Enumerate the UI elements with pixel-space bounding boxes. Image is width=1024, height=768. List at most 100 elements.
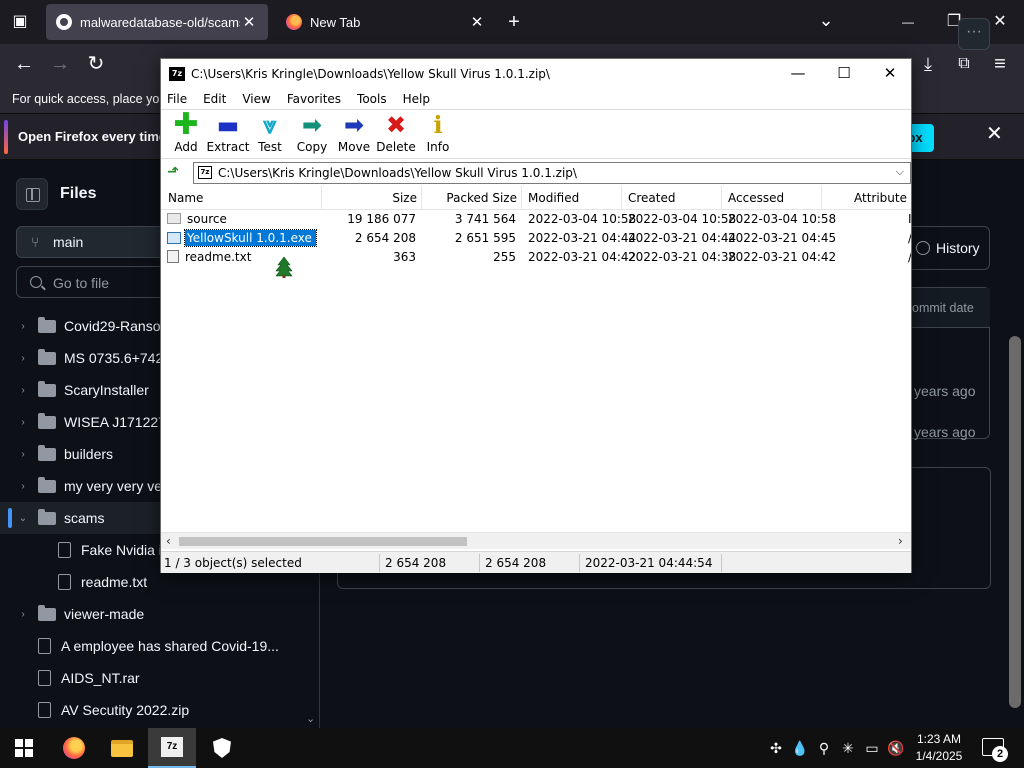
new-tab-button[interactable]: +: [498, 6, 530, 38]
tree-item-label: Covid29-Ranso: [64, 318, 161, 334]
menu-help[interactable]: Help: [403, 89, 430, 109]
menu-edit[interactable]: Edit: [203, 89, 226, 109]
tree-item-file[interactable]: AV Secutity 2022.zip: [0, 694, 320, 726]
column-header-accessed[interactable]: Accessed: [722, 186, 822, 210]
column-header-created[interactable]: Created: [622, 186, 722, 210]
chevron-right-icon[interactable]: ›: [16, 449, 30, 460]
tab-github[interactable]: malwaredatabase-old/scams at ✕: [46, 4, 268, 40]
sevenzip-title-bar: 7z C:\Users\Kris Kringle\Downloads\Yello…: [161, 59, 911, 89]
chevron-right-icon[interactable]: ›: [16, 481, 30, 492]
move-button[interactable]: ➡ Move: [333, 110, 375, 158]
downloads-icon[interactable]: ⤓: [912, 48, 944, 80]
file-name-cell: YellowSkull 1.0.1.exe: [167, 229, 317, 247]
page-scrollbar-thumb[interactable]: [1009, 336, 1021, 708]
chevron-right-icon[interactable]: ›: [16, 321, 30, 332]
search-app-icon[interactable]: ⚲: [814, 728, 834, 768]
delete-button[interactable]: ✖ Delete: [375, 110, 417, 158]
commit-date-header: ommit date: [910, 288, 990, 328]
toolbar-label: Delete: [376, 140, 416, 154]
menu-tools[interactable]: Tools: [357, 89, 387, 109]
extensions-icon[interactable]: ⧉: [948, 48, 980, 80]
list-all-tabs-icon[interactable]: ⌄: [810, 4, 842, 36]
more-options-button[interactable]: ···: [958, 18, 990, 50]
sevenzip-maximize-button[interactable]: ☐: [821, 59, 867, 89]
water-drop-icon[interactable]: 💧: [790, 728, 810, 768]
display-icon[interactable]: ▭: [862, 728, 882, 768]
chevron-right-icon[interactable]: ›: [16, 417, 30, 428]
toolbar-label: Add: [174, 140, 198, 154]
taskbar-7zip[interactable]: 7z: [148, 728, 196, 768]
folder-icon: [38, 604, 56, 621]
column-header-name[interactable]: Name: [161, 186, 322, 210]
sidebar-toggle-icon[interactable]: [16, 178, 48, 210]
tree-item-file[interactable]: A employee has shared Covid-19...: [0, 630, 320, 662]
tab-close-icon[interactable]: ✕: [468, 13, 486, 31]
copy-button[interactable]: ➡ Copy: [291, 110, 333, 158]
file-created-cell: 2022-03-21 04:44: [628, 231, 737, 245]
menu-favorites[interactable]: Favorites: [287, 89, 341, 109]
back-arrow-icon[interactable]: ←: [8, 48, 40, 80]
reload-icon[interactable]: ↻: [80, 48, 112, 80]
file-size-cell: 363: [393, 250, 416, 264]
minimize-window-button[interactable]: —: [892, 6, 924, 38]
up-folder-icon[interactable]: ⬏: [167, 164, 183, 180]
folder-icon: [38, 380, 56, 397]
file-row[interactable]: source 19 186 077 3 741 564 2022-03-04 10:5…: [161, 210, 911, 229]
info-button[interactable]: ℹ Info: [417, 110, 459, 158]
scroll-right-icon[interactable]: ›: [898, 534, 903, 548]
sidebar-scroll-down-icon[interactable]: ⌄: [306, 712, 315, 725]
tab-close-icon[interactable]: ✕: [240, 13, 258, 31]
firefox-view-icon[interactable]: ▣: [4, 6, 36, 38]
file-row[interactable]: readme.txt 363 255 2022-03-21 04:42 2022-03-…: [161, 248, 911, 267]
address-combobox[interactable]: 7z C:\Users\Kris Kringle\Downloads\Yello…: [193, 162, 911, 184]
taskbar-firefox[interactable]: [50, 728, 98, 768]
file-row[interactable]: YellowSkull 1.0.1.exe 2 654 208 2 651 595 2…: [161, 229, 911, 248]
notification-count-badge: 2: [992, 746, 1008, 762]
chevron-down-icon[interactable]: ⌵: [896, 165, 904, 179]
start-button[interactable]: [0, 728, 48, 768]
taskbar-file-explorer[interactable]: [98, 728, 146, 768]
extract-button[interactable]: ▬ Extract: [207, 110, 250, 158]
menu-view[interactable]: View: [242, 89, 270, 109]
volume-muted-icon[interactable]: 🔇: [886, 728, 906, 768]
history-button[interactable]: History: [910, 226, 990, 270]
add-button[interactable]: ✚ Add: [165, 110, 207, 158]
taskbar-security[interactable]: [198, 728, 246, 768]
folder-icon: [38, 508, 56, 525]
column-header-packed-size[interactable]: Packed Size: [422, 186, 522, 210]
sevenzip-menu-bar: File Edit View Favorites Tools Help: [161, 89, 911, 109]
app-menu-icon[interactable]: ≡: [984, 48, 1016, 80]
tree-item-folder[interactable]: › viewer-made: [0, 598, 320, 630]
scroll-left-icon[interactable]: ‹: [166, 534, 171, 548]
sevenzip-close-button[interactable]: ✕: [867, 59, 913, 89]
sevenzip-minimize-button[interactable]: —: [775, 59, 821, 89]
tree-item-file[interactable]: AIDS_NT.rar: [0, 662, 320, 694]
copy-icon: ➡: [301, 111, 323, 139]
file-list-hscrollbar[interactable]: ‹ ›: [161, 532, 911, 549]
sevenzip-status-bar: 1 / 3 object(s) selected 2 654 208 2 654…: [161, 551, 911, 573]
file-created-cell: 2022-03-04 10:58: [628, 212, 737, 226]
people-icon[interactable]: ✣: [766, 728, 786, 768]
network-activity-icon[interactable]: ✳: [838, 728, 858, 768]
menu-file[interactable]: File: [167, 89, 187, 109]
archive-icon: 7z: [198, 166, 212, 179]
page-scrollbar[interactable]: [1006, 160, 1024, 728]
chevron-down-icon[interactable]: ⌄: [16, 513, 30, 524]
chevron-right-icon[interactable]: ›: [16, 385, 30, 396]
file-name: YellowSkull 1.0.1.exe: [184, 229, 317, 247]
info-icon: ℹ: [433, 111, 443, 139]
column-header-attribute[interactable]: Attribute: [822, 186, 911, 210]
chevron-right-icon[interactable]: ›: [16, 353, 30, 364]
column-header-modified[interactable]: Modified: [522, 186, 622, 210]
toolbar-label: Info: [426, 140, 450, 154]
chevron-right-icon[interactable]: ›: [16, 609, 30, 620]
folder-icon: [38, 316, 56, 333]
hscroll-thumb[interactable]: [179, 537, 467, 546]
column-header-size[interactable]: Size: [322, 186, 422, 210]
forward-arrow-icon[interactable]: →: [44, 48, 76, 80]
test-button[interactable]: ⩔ Test: [249, 110, 291, 158]
tab-new-tab[interactable]: New Tab ✕: [276, 4, 496, 40]
taskbar-clock[interactable]: 1:23 AM 1/4/2025: [906, 731, 972, 765]
notification-close-icon[interactable]: ✕: [986, 121, 1003, 146]
history-clock-icon: [916, 241, 930, 255]
